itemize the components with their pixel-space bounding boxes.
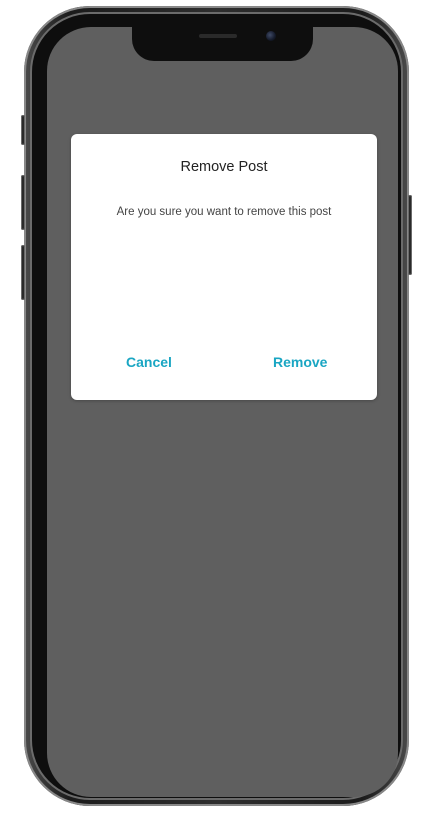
cancel-button[interactable]: Cancel <box>126 354 172 370</box>
power-button <box>408 195 412 275</box>
speaker-grille-icon <box>199 34 237 38</box>
dialog-message: Are you sure you want to remove this pos… <box>116 206 332 218</box>
volume-down-button <box>21 245 25 300</box>
remove-button[interactable]: Remove <box>273 354 327 370</box>
notch <box>132 27 313 61</box>
mute-switch <box>21 115 25 145</box>
volume-up-button <box>21 175 25 230</box>
remove-post-dialog: Remove Post Are you sure you want to rem… <box>71 134 377 400</box>
dialog-title: Remove Post <box>180 159 268 175</box>
front-camera-icon <box>266 31 276 41</box>
